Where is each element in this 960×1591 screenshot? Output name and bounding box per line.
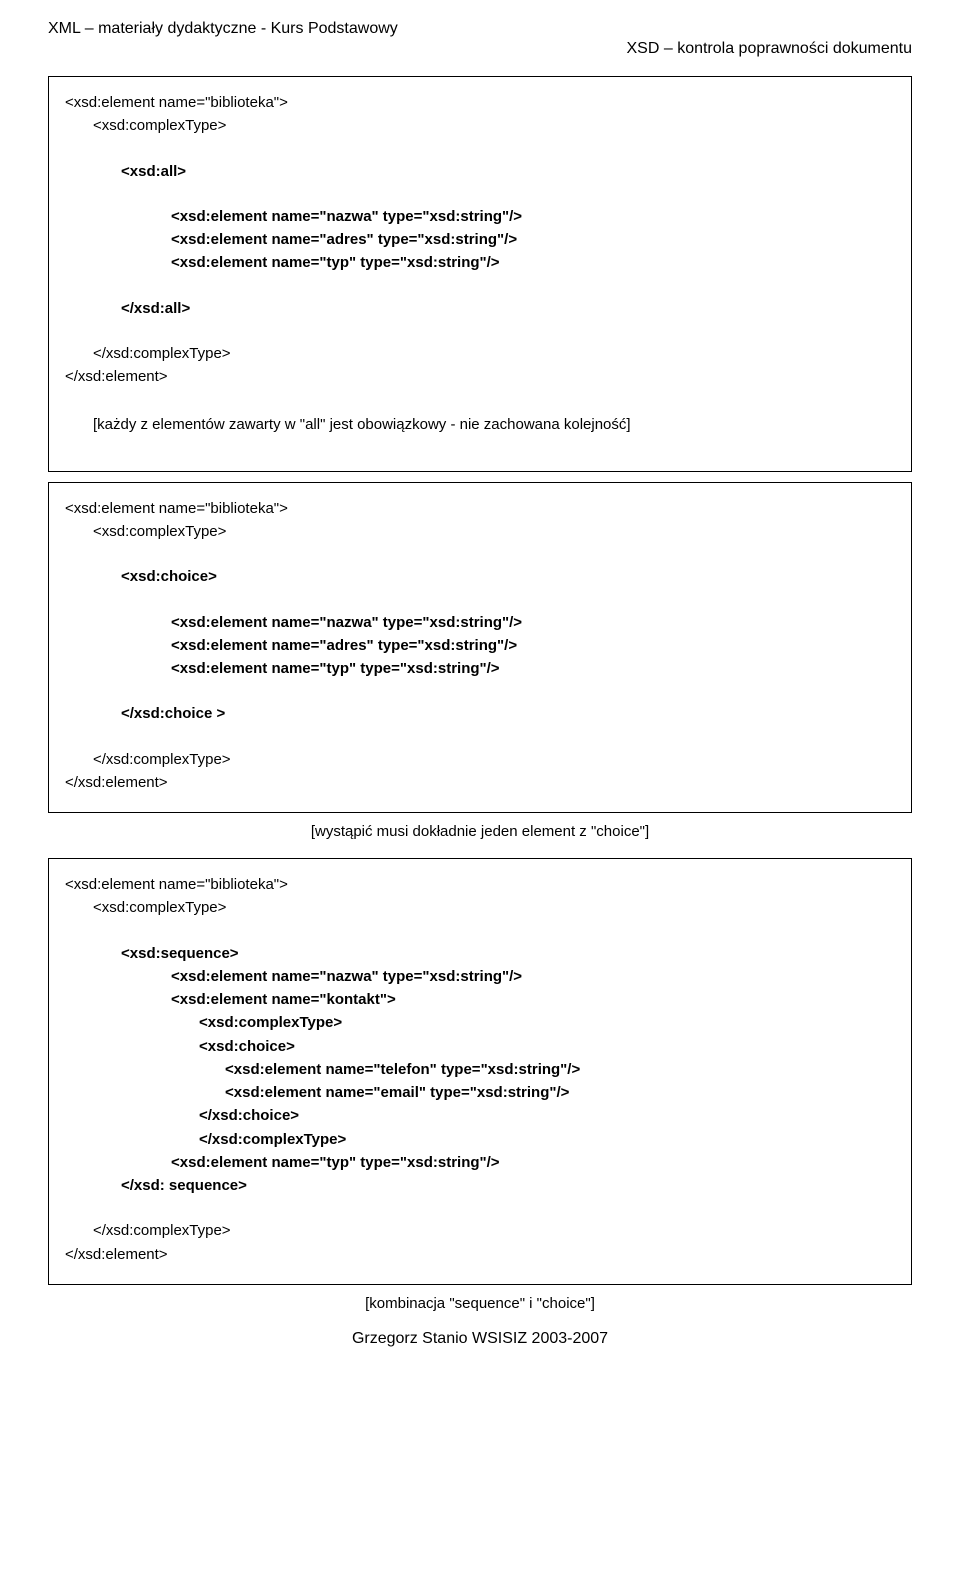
code-line: <xsd:element name="biblioteka"> — [65, 497, 895, 520]
code-line: <xsd:element name="adres" type="xsd:stri… — [65, 228, 895, 251]
code-line: </xsd:all> — [65, 297, 895, 320]
code-line: <xsd:complexType> — [65, 1011, 895, 1034]
code-line: <xsd:element name="telefon" type="xsd:st… — [65, 1058, 895, 1081]
code-line: <xsd:element name="nazwa" type="xsd:stri… — [65, 611, 895, 634]
page-header-subtitle: XSD – kontrola poprawności dokumentu — [48, 40, 912, 58]
code-line: <xsd:element name="biblioteka"> — [65, 873, 895, 896]
code-line: <xsd:sequence> — [65, 942, 895, 965]
code-line: </xsd:complexType> — [65, 342, 895, 365]
code-box-xsd-choice: <xsd:element name="biblioteka"> <xsd:com… — [48, 482, 912, 813]
code-line: <xsd:element name="nazwa" type="xsd:stri… — [65, 965, 895, 988]
code-line: <xsd:element name="typ" type="xsd:string… — [65, 1151, 895, 1174]
code-line: <xsd:element name="typ" type="xsd:string… — [65, 657, 895, 680]
code-box-xsd-sequence-choice: <xsd:element name="biblioteka"> <xsd:com… — [48, 858, 912, 1285]
code-line: </xsd:element> — [65, 771, 895, 794]
code-line: <xsd:element name="adres" type="xsd:stri… — [65, 634, 895, 657]
code-line: <xsd:element name="nazwa" type="xsd:stri… — [65, 205, 895, 228]
code-box-xsd-all: <xsd:element name="biblioteka"> <xsd:com… — [48, 76, 912, 472]
code-line: </xsd:complexType> — [65, 1219, 895, 1242]
note-combination: [kombinacja "sequence" i "choice"] — [48, 1295, 912, 1312]
code-line: <xsd:all> — [65, 160, 895, 183]
code-line: </xsd:complexType> — [65, 1128, 895, 1151]
code-line: </xsd: sequence> — [65, 1174, 895, 1197]
code-note: [każdy z elementów zawarty w "all" jest … — [65, 414, 895, 437]
code-line: <xsd:element name="kontakt"> — [65, 988, 895, 1011]
code-line: <xsd:element name="typ" type="xsd:string… — [65, 251, 895, 274]
code-line: <xsd:choice> — [65, 1035, 895, 1058]
code-line: <xsd:complexType> — [65, 896, 895, 919]
code-line: </xsd:choice > — [65, 702, 895, 725]
page-footer: Grzegorz Stanio WSISIZ 2003-2007 — [48, 1330, 912, 1348]
code-line: </xsd:element> — [65, 365, 895, 388]
code-line: <xsd:choice> — [65, 565, 895, 588]
code-line: </xsd:complexType> — [65, 748, 895, 771]
code-line: <xsd:element name="email" type="xsd:stri… — [65, 1081, 895, 1104]
page-header-title: XML – materiały dydaktyczne - Kurs Podst… — [48, 20, 912, 38]
code-line: <xsd:complexType> — [65, 114, 895, 137]
code-line: </xsd:element> — [65, 1243, 895, 1266]
code-line: <xsd:element name="biblioteka"> — [65, 91, 895, 114]
note-choice: [wystąpić musi dokładnie jeden element z… — [48, 823, 912, 840]
page-container: XML – materiały dydaktyczne - Kurs Podst… — [0, 0, 960, 1368]
code-line: <xsd:complexType> — [65, 520, 895, 543]
code-line: </xsd:choice> — [65, 1104, 895, 1127]
